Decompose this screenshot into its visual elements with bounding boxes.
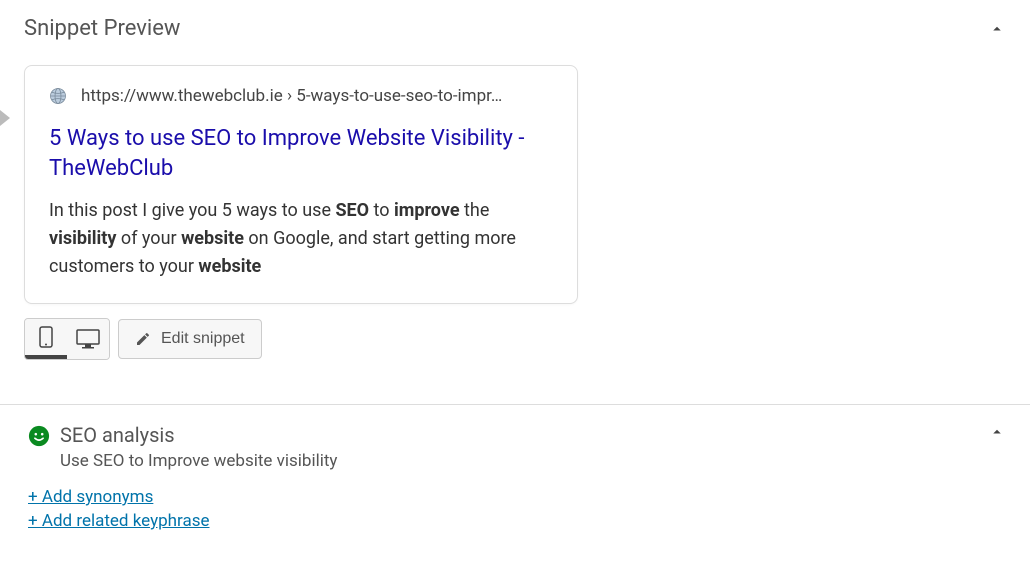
chevron-up-icon[interactable] <box>988 423 1006 441</box>
device-toggle <box>24 318 110 360</box>
globe-icon <box>49 87 67 105</box>
pencil-icon <box>135 331 151 347</box>
snippet-toolbar: Edit snippet <box>24 318 1006 360</box>
seo-titles: SEO analysis Use SEO to Improve website … <box>60 423 337 471</box>
seo-header-left: SEO analysis Use SEO to Improve website … <box>28 423 337 471</box>
add-related-keyphrase-link[interactable]: + Add related keyphrase <box>28 511 210 531</box>
seo-analysis-section: SEO analysis Use SEO to Improve website … <box>0 405 1030 541</box>
edit-snippet-label: Edit snippet <box>161 330 245 348</box>
snippet-url: https://www.thewebclub.ie › 5-ways-to-us… <box>81 86 502 106</box>
snippet-preview-section: Snippet Preview https://www.thewebclub.i… <box>0 0 1030 380</box>
desktop-view-button[interactable] <box>67 319 109 359</box>
snippet-title[interactable]: 5 Ways to use SEO to Improve Website Vis… <box>49 124 553 183</box>
snippet-card: https://www.thewebclub.ie › 5-ways-to-us… <box>24 65 578 304</box>
seo-analysis-title: SEO analysis <box>60 423 337 447</box>
mobile-view-button[interactable] <box>25 319 67 359</box>
edit-snippet-button[interactable]: Edit snippet <box>118 319 262 359</box>
snippet-description: In this post I give you 5 ways to use SE… <box>49 197 553 281</box>
preview-pointer-icon <box>0 110 10 126</box>
chevron-up-icon[interactable] <box>988 20 1006 38</box>
desktop-icon <box>76 329 100 349</box>
seo-keyphrase: Use SEO to Improve website visibility <box>60 451 337 471</box>
seo-analysis-header[interactable]: SEO analysis Use SEO to Improve website … <box>28 423 1006 471</box>
snippet-url-row: https://www.thewebclub.ie › 5-ways-to-us… <box>49 86 553 106</box>
add-synonyms-link[interactable]: + Add synonyms <box>28 487 153 507</box>
seo-links: + Add synonyms + Add related keyphrase <box>28 487 1006 531</box>
snippet-preview-title: Snippet Preview <box>24 16 180 41</box>
smile-icon <box>28 425 50 447</box>
snippet-preview-header[interactable]: Snippet Preview <box>24 16 1006 41</box>
mobile-icon <box>39 326 53 348</box>
